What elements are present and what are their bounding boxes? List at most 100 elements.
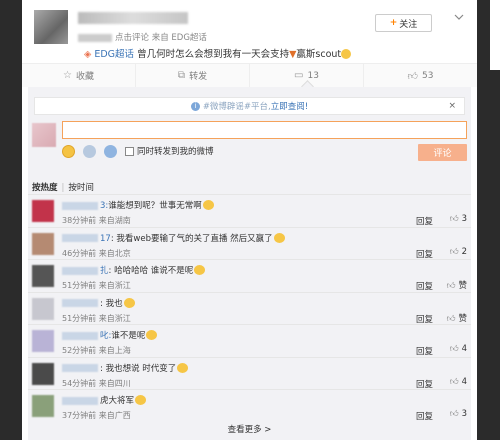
emoji-icon: [194, 265, 206, 275]
comment-meta: 46分钟前 来自北京: [62, 248, 131, 258]
comment-meta: 37分钟前 来自广西: [62, 411, 131, 420]
comment-row: 扎: 哈哈哈哈 谁说不是呢 51分钟前 来自浙江 回复 👍︎ 赞: [28, 259, 471, 292]
commenter-avatar[interactable]: [32, 330, 54, 352]
comment-list: 3:谁能想到呢？世事无常啊 38分钟前 来自湖南 回复 👍︎ 3 17: 我看we…: [28, 194, 471, 422]
comment-input[interactable]: [62, 121, 467, 139]
commenter-avatar[interactable]: [32, 232, 54, 255]
comment-like-button[interactable]: 👍︎ 3: [450, 409, 467, 419]
reply-button[interactable]: 回复: [416, 410, 433, 422]
favorite-button[interactable]: ☆ 收藏: [22, 64, 136, 87]
reply-button[interactable]: 回复: [416, 313, 433, 325]
commenter-avatar[interactable]: [32, 395, 54, 417]
thumbs-up-icon: 👍︎: [449, 376, 459, 387]
emoji-icon: [123, 297, 135, 308]
commenter-name-suffix[interactable]: 扎: [100, 266, 109, 276]
comment-like-button[interactable]: 👍︎ 4: [450, 344, 467, 354]
comment-row: 虎大将军 37分钟前 来自广西 回复 👍︎ 3: [28, 389, 471, 422]
emoji-icon: [177, 362, 189, 373]
rumor-notice: i #微博辟谣#平台, 立即查阅! ×: [34, 97, 465, 115]
comment-text: 虎大将军: [62, 394, 147, 406]
comment-like-button[interactable]: 👍︎ 2: [450, 247, 467, 257]
repost-button[interactable]: ⧉ 转发: [136, 64, 250, 87]
comment-meta: 52分钟前 来自上海: [62, 346, 131, 355]
commenter-name-blurred[interactable]: [62, 396, 98, 405]
thumbs-up-icon: 👍︎: [449, 344, 459, 354]
thumbs-up-icon: 👍︎: [446, 313, 456, 324]
plus-icon: +: [389, 18, 398, 28]
reply-button[interactable]: 回复: [416, 345, 433, 357]
submit-comment-button[interactable]: 评论: [418, 144, 467, 161]
chevron-down-icon[interactable]: [454, 12, 464, 22]
sort-time-tab[interactable]: 按时间: [68, 183, 94, 193]
like-icon: 👍︎: [407, 70, 418, 82]
comment-section: i #微博辟谣#平台, 立即查阅! × 同时转发到我的微博 评论 按热度 | 按时间…: [28, 87, 471, 440]
commenter-name-blurred[interactable]: [62, 234, 98, 242]
commenter-name-blurred[interactable]: [62, 299, 98, 307]
background-panel-edge: [490, 0, 500, 70]
comment-body: : 哈哈哈哈 谁说不是呢: [108, 266, 194, 276]
commenter-name-blurred[interactable]: [62, 201, 98, 210]
thumbs-up-icon: 👍︎: [449, 409, 459, 419]
comment-body: : 我也: [100, 298, 123, 309]
comment-row: 叱:谁不是呢 52分钟前 来自上海 回复 👍︎ 4: [28, 324, 471, 357]
reply-button[interactable]: 回复: [416, 248, 433, 260]
forward-checkbox[interactable]: [125, 146, 134, 156]
comment-text: : 我也: [62, 297, 136, 309]
post-body: 曾几何时怎么会想到我有一天会支持: [137, 49, 290, 60]
author-name-blurred[interactable]: [78, 12, 188, 24]
comment-meta: 54分钟前 来自四川: [62, 378, 131, 388]
comment-row: : 我也想说 时代变了 54分钟前 来自四川 回复 👍︎ 4: [28, 356, 471, 390]
commenter-name-blurred[interactable]: [62, 331, 98, 340]
emoji-picker-icon[interactable]: [62, 144, 75, 158]
comment-like-button[interactable]: 👍︎ 赞: [447, 279, 467, 291]
comment-icon: ▭: [294, 70, 304, 81]
comment-meta: 38分钟前 来自湖南: [62, 216, 131, 225]
thumbs-up-icon: 👍︎: [446, 281, 456, 291]
view-more-link[interactable]: 查看更多 >: [28, 423, 471, 435]
comment-like-button[interactable]: 👍︎ 4: [450, 377, 467, 387]
author-avatar[interactable]: [34, 10, 68, 44]
share-icon: ⧉: [177, 70, 186, 81]
weibo-card: 点击评论 来自 EDG超话 + 关注 ◈ EDG超话 曾几何时怎么会想到我有一天会…: [22, 0, 477, 440]
comment-body: 谁不是呢: [111, 331, 146, 341]
comment-text: 叱:谁不是呢: [62, 329, 158, 341]
reply-button[interactable]: 回复: [416, 378, 433, 390]
commenter-avatar[interactable]: [32, 200, 54, 222]
commenter-name-blurred[interactable]: [62, 364, 98, 372]
follow-button[interactable]: + 关注: [375, 14, 432, 32]
image-upload-icon[interactable]: [104, 144, 117, 158]
commenter-avatar[interactable]: [32, 362, 54, 385]
info-icon: i: [190, 101, 200, 111]
reply-button[interactable]: 回复: [416, 215, 433, 227]
commenter-avatar[interactable]: [32, 265, 54, 287]
sort-hot-tab[interactable]: 按热度: [32, 183, 58, 193]
comment-body: : 我看web要输了气的关了直播 然后又赢了: [110, 233, 273, 244]
comment-meta: 51分钟前 来自浙江: [62, 281, 131, 290]
comment-like-button[interactable]: 👍︎ 3: [450, 214, 467, 224]
post-meta: 点击评论 来自 EDG超话: [78, 31, 207, 43]
close-icon[interactable]: ×: [448, 101, 456, 111]
notice-link[interactable]: 立即查阅!: [271, 100, 308, 112]
commenter-avatar[interactable]: [32, 297, 54, 320]
comment-row: 17: 我看web要输了气的关了直播 然后又赢了 46分钟前 来自北京 回复 👍…: [28, 226, 471, 260]
reply-button[interactable]: 回复: [416, 280, 433, 292]
gif-picker-icon[interactable]: [83, 144, 96, 158]
comment-body: 谁能想到呢？世事无常啊: [108, 201, 202, 211]
comment-text: : 我也想说 时代变了: [62, 362, 189, 374]
composer-tools: 同时转发到我的微博: [62, 144, 214, 158]
forward-label: 同时转发到我的微博: [137, 147, 214, 157]
action-bar: ☆ 收藏 ⧉ 转发 ▭ 13 👍︎ 53: [22, 63, 477, 87]
star-icon: ☆: [63, 70, 72, 81]
commenter-name-suffix[interactable]: 叱:: [100, 331, 111, 341]
comment-button[interactable]: ▭ 13: [250, 64, 364, 87]
like-button[interactable]: 👍︎ 53: [364, 64, 477, 87]
commenter-name-suffix[interactable]: 17: [100, 234, 111, 244]
emoji-icon: [341, 49, 352, 59]
commenter-name-blurred[interactable]: [62, 266, 98, 275]
comment-text: 扎: 哈哈哈哈 谁说不是呢: [62, 264, 206, 276]
post-body-tail: 赢斯scout: [296, 49, 342, 60]
comment-like-button[interactable]: 👍︎ 赞: [447, 312, 467, 324]
sort-tabs: 按热度 | 按时间: [32, 183, 94, 193]
topic-tag-link[interactable]: EDG超话: [94, 49, 134, 60]
emoji-icon: [273, 232, 285, 243]
